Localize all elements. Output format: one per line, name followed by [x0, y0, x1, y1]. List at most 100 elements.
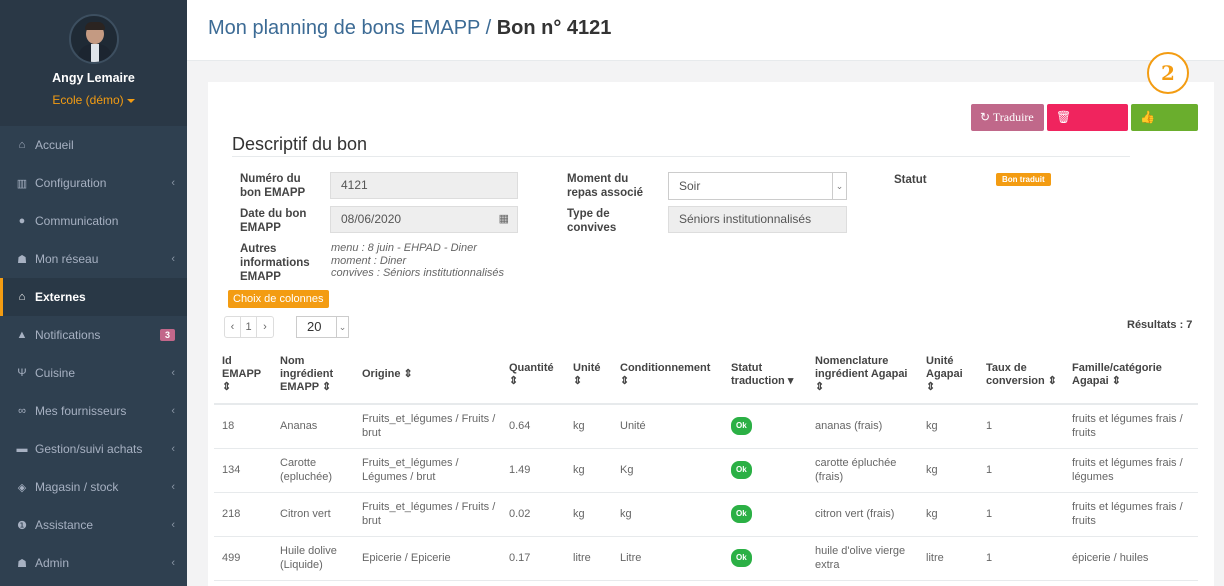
chevron-left-icon: ‹: [171, 177, 175, 189]
table-row[interactable]: 499 Huile dolive (Liquide) Epicerie / Epic…: [214, 536, 1198, 581]
step-marker: 2: [1147, 52, 1189, 94]
users-icon: ☗: [17, 253, 27, 266]
page-title: Mon planning de bons EMAPP / Bon n° 4121: [208, 17, 611, 40]
sidebar-item-label: Configuration: [35, 176, 107, 190]
table-cell: Fruits_et_légumes / Fruits / brut: [354, 492, 501, 537]
sidebar-item-configuration[interactable]: ▥ Configuration ‹: [0, 164, 187, 202]
sidebar-item-mon-r-seau[interactable]: ☗ Mon réseau ‹: [0, 240, 187, 278]
table-cell: Ok: [723, 448, 807, 493]
table-cell: ananas (frais): [807, 404, 918, 449]
column-header[interactable]: Id EMAPP ⇕: [214, 346, 272, 405]
type-field[interactable]: Séniors institutionnalisés: [668, 206, 847, 233]
page-number-button[interactable]: 1: [241, 317, 257, 337]
status-ok-badge: Ok: [731, 549, 752, 567]
breadcrumb[interactable]: Mon planning de bons EMAPP /: [208, 17, 497, 39]
table-header-row: Id EMAPP ⇕ Nom ingrédient EMAPP ⇕ Origine …: [214, 346, 1198, 405]
institution-icon: ▥: [16, 177, 28, 190]
table-cell: Huile dolive (Liquide): [272, 536, 354, 581]
table-cell: Kg: [612, 448, 723, 493]
trash-icon: 🗑: [1056, 110, 1072, 124]
sidebar-item-label: Magasin / stock: [35, 480, 119, 494]
translate-button[interactable]: ↻ Traduire: [971, 104, 1044, 131]
sidebar-item-admin[interactable]: ☗ Admin ‹: [0, 544, 187, 582]
bell-icon: ▲: [16, 329, 28, 341]
sidebar-item-label: Gestion/suivi achats: [35, 442, 143, 456]
column-header[interactable]: Unité Agapai ⇕: [918, 346, 978, 405]
columns-button[interactable]: Choix de colonnes: [228, 290, 329, 308]
chevron-down-icon: ⌄: [832, 173, 846, 199]
sidebar-item-gestion-suivi-achats[interactable]: ▬ Gestion/suivi achats ‹: [0, 430, 187, 468]
status-ok-badge: Ok: [731, 461, 752, 479]
section-title: Descriptif du bon: [232, 134, 368, 154]
numero-field[interactable]: 4121: [330, 172, 518, 199]
date-field[interactable]: 08/06/2020 ▦: [330, 206, 518, 233]
thumbs-up-icon: 👍: [1140, 110, 1155, 124]
table-cell: 1: [978, 536, 1064, 581]
results-count: Résultats : 7: [1127, 319, 1193, 331]
column-header[interactable]: Famille/catégorie Agapai ⇕: [1064, 346, 1198, 405]
sidebar-item-label: Communication: [35, 214, 119, 228]
table-cell: kg: [565, 448, 612, 493]
table-cell: kg: [918, 492, 978, 537]
chevron-down-icon: ⌄: [336, 317, 348, 337]
table-row[interactable]: 134 Carotte (epluchée) Fruits_et_légumes /…: [214, 448, 1198, 493]
info-line: moment : Diner: [331, 254, 407, 267]
page-size-select[interactable]: 20 ⌄: [296, 316, 349, 338]
table-cell: kg: [565, 492, 612, 537]
table-cell: Fruits_et_légumes / Fruits / brut: [354, 404, 501, 449]
prev-page-button[interactable]: ‹: [225, 317, 241, 337]
table-cell: Ok: [723, 492, 807, 537]
column-header[interactable]: Nom ingrédient EMAPP ⇕: [272, 346, 354, 405]
sidebar-item-accueil[interactable]: ⌂ Accueil: [0, 126, 187, 164]
column-header[interactable]: Nomenclature ingrédient Agapai ⇕: [807, 346, 918, 405]
cutlery-icon: Ψ: [17, 367, 27, 379]
type-label: Type de convives: [567, 208, 617, 234]
column-header[interactable]: Unité ⇕: [565, 346, 612, 405]
sidebar-item-notifications[interactable]: ▲ Notifications 3: [0, 316, 187, 354]
delete-button[interactable]: 🗑Supprimer: [1047, 104, 1128, 151]
caret-down-icon: [126, 98, 135, 103]
column-header[interactable]: Origine ⇕: [354, 346, 501, 405]
table-cell: 218: [214, 492, 272, 537]
moment-select[interactable]: Soir ⌄: [668, 172, 847, 200]
status-ok-badge: Ok: [731, 417, 752, 436]
table-cell: 0.17: [501, 536, 565, 581]
validate-button[interactable]: 👍Valider: [1131, 104, 1198, 151]
table-cell: 1: [978, 404, 1064, 449]
chevron-left-icon: ‹: [171, 557, 175, 569]
calendar-icon[interactable]: ▦: [499, 207, 509, 232]
table-row[interactable]: 218 Citron vert Fruits_et_légumes / Fruits…: [214, 492, 1198, 537]
chevron-left-icon: ‹: [171, 405, 175, 417]
column-header[interactable]: Conditionnement ⇕: [612, 346, 723, 405]
sidebar-item-magasin-stock[interactable]: ◈ Magasin / stock ‹: [0, 468, 187, 506]
sidebar-item-mes-fournisseurs[interactable]: ∞ Mes fournisseurs ‹: [0, 392, 187, 430]
ingredients-table: Id EMAPP ⇕ Nom ingrédient EMAPP ⇕ Origine …: [214, 346, 1198, 581]
role-dropdown[interactable]: Ecole (démo): [0, 93, 187, 107]
table-cell: fruits et légumes frais / fruits: [1064, 492, 1198, 537]
user-plus-icon: ☗: [17, 557, 27, 570]
sidebar-item-label: Mon réseau: [35, 252, 99, 266]
chevron-left-icon: ‹: [171, 253, 175, 265]
table-cell: Ananas: [272, 404, 354, 449]
sidebar-item-communication[interactable]: ● Communication: [0, 202, 187, 240]
role-label: Ecole (démo): [52, 93, 124, 107]
table-body: 18 Ananas Fruits_et_légumes / Fruits / bru…: [214, 404, 1198, 581]
column-header[interactable]: Quantité ⇕: [501, 346, 565, 405]
sidebar-item-label: Admin: [35, 556, 70, 570]
table-cell: 1.49: [501, 448, 565, 493]
page-header: Mon planning de bons EMAPP / Bon n° 4121: [187, 0, 1224, 61]
table-row[interactable]: 18 Ananas Fruits_et_légumes / Fruits / bru…: [214, 404, 1198, 449]
avatar[interactable]: [68, 14, 119, 64]
sidebar-item-assistance[interactable]: ❶ Assistance ‹: [0, 506, 187, 544]
table-cell: Ok: [723, 404, 807, 449]
refresh-icon: ↻: [980, 110, 993, 124]
autres-label: Autres informations EMAPP: [240, 243, 310, 283]
column-header[interactable]: Statut traduction ▾: [723, 346, 807, 405]
column-header[interactable]: Taux de conversion ⇕: [978, 346, 1064, 405]
next-page-button[interactable]: ›: [257, 317, 273, 337]
sidebar-item-externes[interactable]: ⌂ Externes: [0, 278, 187, 316]
sidebar-item-cuisine[interactable]: Ψ Cuisine ‹: [0, 354, 187, 392]
table-cell: épicerie / huiles: [1064, 536, 1198, 581]
table-cell: Fruits_et_légumes / Légumes / brut: [354, 448, 501, 493]
table-cell: litre: [565, 536, 612, 581]
